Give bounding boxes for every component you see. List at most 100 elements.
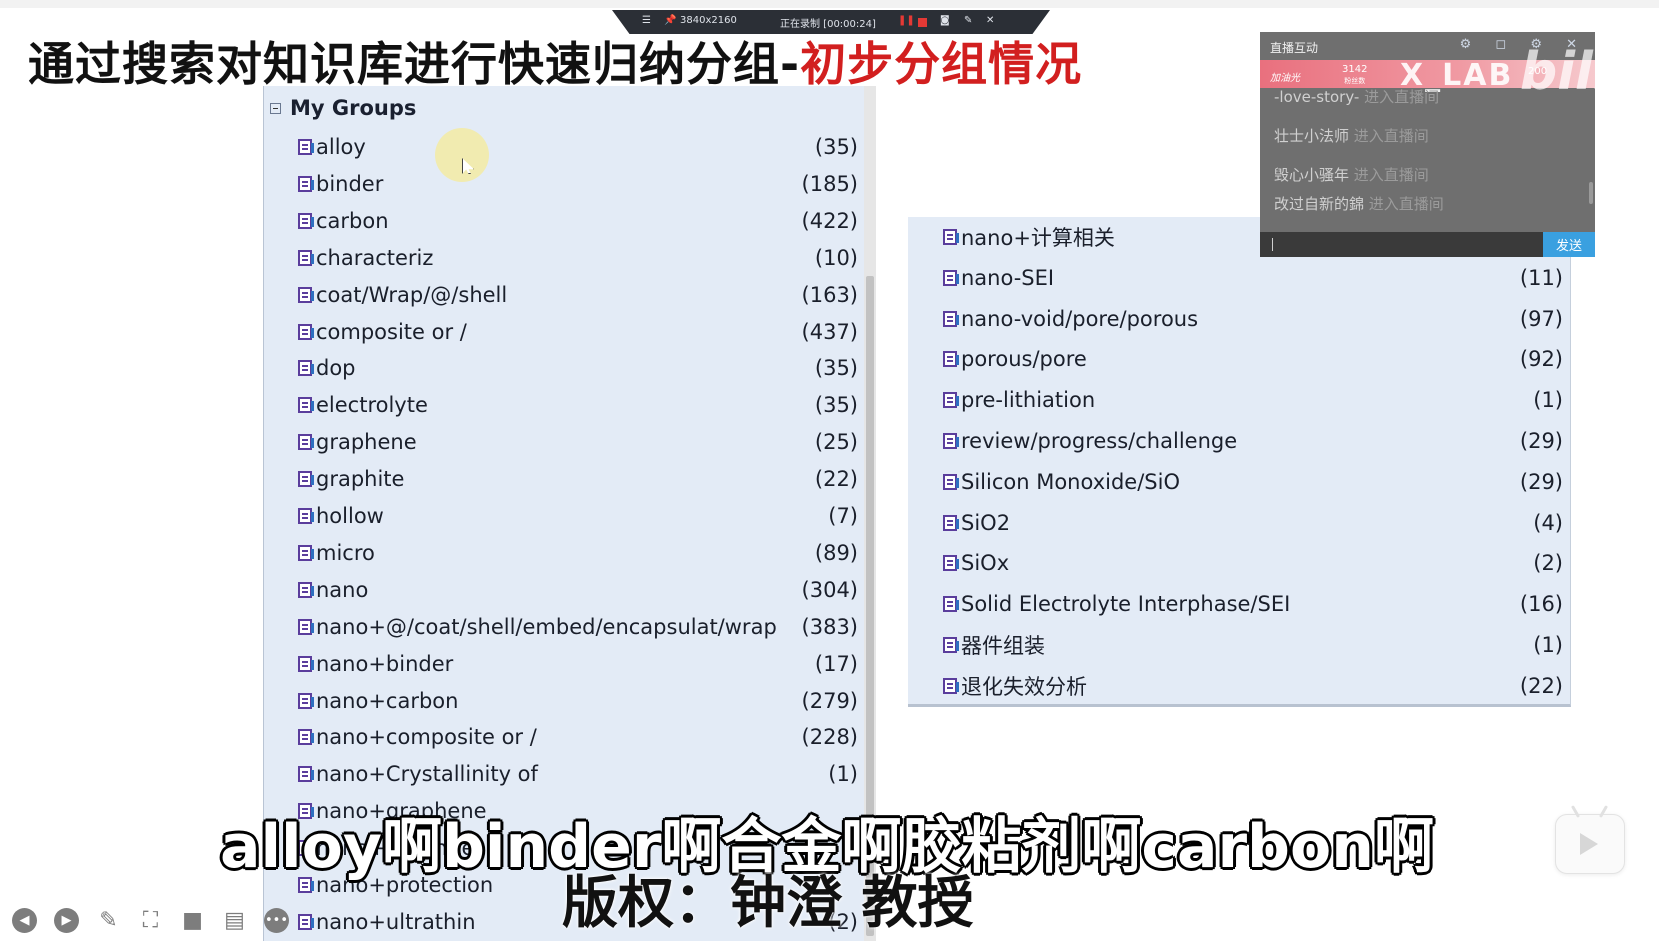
back-icon[interactable]: ◀ xyxy=(12,908,37,933)
group-count: (279) xyxy=(801,688,858,713)
group-item[interactable]: graphene (25) xyxy=(298,427,858,457)
screenshot-icon[interactable]: ⛶ xyxy=(138,908,163,933)
group-document-icon xyxy=(298,434,314,451)
stop-icon[interactable] xyxy=(918,18,927,27)
group-count: (1) xyxy=(1533,633,1563,657)
group-item[interactable]: characteriz (10) xyxy=(298,243,858,273)
group-document-icon xyxy=(298,397,314,414)
group-count: (29) xyxy=(1519,469,1563,494)
group-item[interactable]: alloy (35) xyxy=(298,132,858,162)
comment-icon[interactable]: ▤ xyxy=(222,908,247,933)
slide-title: 通过搜索对知识库进行快速归纳分组-初步分组情况 xyxy=(28,28,1082,94)
group-name: nano xyxy=(316,577,369,602)
group-document-icon xyxy=(298,655,314,672)
group-item[interactable]: Silicon Monoxide/SiO (29) xyxy=(943,467,1563,497)
group-document-icon xyxy=(298,766,314,783)
group-item[interactable]: nano-SEI (11) xyxy=(943,263,1563,293)
group-count: (25) xyxy=(814,430,858,455)
group-count: (4) xyxy=(1533,510,1563,535)
group-name: Solid Electrolyte Interphase/SEI xyxy=(961,592,1291,617)
group-count: (437) xyxy=(801,319,858,344)
group-document-icon xyxy=(943,433,959,449)
group-name: review/progress/challenge xyxy=(961,429,1238,453)
chat-scrollbar[interactable] xyxy=(1589,182,1593,204)
group-count: (29) xyxy=(1519,429,1563,453)
group-item[interactable]: nano+Crystallinity of (1) xyxy=(298,759,858,789)
group-item[interactable]: coat/Wrap/@/shell (163) xyxy=(298,280,858,310)
group-count: (97) xyxy=(1519,306,1563,331)
group-name: electrolyte xyxy=(316,393,428,418)
group-item[interactable]: dop (35) xyxy=(298,353,858,383)
group-document-icon xyxy=(298,360,314,377)
group-item[interactable]: pre-lithiation (1) xyxy=(943,385,1563,415)
group-item[interactable]: hollow (7) xyxy=(298,501,858,531)
pen-tool-icon[interactable]: ✎ xyxy=(964,15,972,26)
more-icon[interactable]: ••• xyxy=(264,908,289,933)
group-document-icon xyxy=(943,392,959,409)
group-item[interactable]: graphite (22) xyxy=(298,464,858,494)
group-item[interactable]: micro (89) xyxy=(298,538,858,568)
group-item[interactable]: nano+@/coat/shell/embed/encapsulat/wrap (… xyxy=(298,612,858,642)
camera-snapshot-icon[interactable]: ◙ xyxy=(940,15,950,26)
group-item[interactable]: review/progress/challenge (29) xyxy=(943,426,1563,456)
group-name: SiO2 xyxy=(961,510,1011,535)
pin-icon[interactable]: 📌 xyxy=(664,15,676,26)
group-item[interactable]: nano+carbon (279) xyxy=(298,686,858,716)
pause-icon[interactable]: ❚❚ xyxy=(898,15,915,26)
group-count: (22) xyxy=(814,467,858,492)
tv-play-triangle xyxy=(1580,833,1598,855)
group-item[interactable]: 退化失效分析 (22) xyxy=(943,671,1563,701)
group-document-icon xyxy=(298,212,314,229)
group-document-icon xyxy=(943,310,959,327)
group-item[interactable]: binder (185) xyxy=(298,169,858,199)
close-recorder-icon[interactable]: ✕ xyxy=(986,15,994,26)
play-icon[interactable]: ▶ xyxy=(54,908,79,933)
group-document-icon xyxy=(943,637,959,653)
chat-title: 直播互动 xyxy=(1270,41,1319,55)
group-document-icon xyxy=(298,249,314,266)
camera-icon[interactable]: ■ xyxy=(180,908,205,933)
group-name: nano+@/coat/shell/embed/encapsulat/wrap xyxy=(316,614,777,639)
bilibili-tv-play-icon[interactable] xyxy=(1555,805,1625,874)
group-item[interactable]: 器件组装 (1) xyxy=(943,630,1563,660)
group-count: (35) xyxy=(814,393,858,418)
group-document-icon xyxy=(298,913,314,930)
group-count: (304) xyxy=(801,577,858,602)
group-document-icon xyxy=(298,286,314,303)
group-item[interactable]: nano+composite or / (228) xyxy=(298,722,858,752)
group-name: alloy xyxy=(316,135,366,159)
group-item[interactable]: carbon (422) xyxy=(298,206,858,236)
group-name: nano+carbon xyxy=(316,688,459,713)
title-main: 通过搜索对知识库进行快速归纳分组- xyxy=(28,37,801,91)
group-name: composite or / xyxy=(316,319,467,344)
my-groups-label: My Groups xyxy=(290,96,417,120)
group-document-icon xyxy=(943,596,959,613)
group-name: nano+ultrathin xyxy=(316,909,476,934)
group-document-icon xyxy=(298,544,314,561)
group-count: (35) xyxy=(814,356,858,381)
group-count: (163) xyxy=(801,282,858,307)
group-item[interactable]: nano (304) xyxy=(298,575,858,605)
group-document-icon xyxy=(943,229,959,245)
group-name: SiOx xyxy=(961,551,1010,576)
group-item[interactable]: porous/pore (92) xyxy=(943,344,1563,374)
group-item[interactable]: nano+binder (17) xyxy=(298,649,858,679)
group-document-icon xyxy=(298,692,314,709)
chat-input[interactable] xyxy=(1260,232,1543,257)
group-document-icon xyxy=(298,618,314,635)
collapse-minus-icon[interactable] xyxy=(270,102,281,114)
group-name: 退化失效分析 xyxy=(961,674,1087,699)
menu-icon[interactable]: ☰ xyxy=(642,15,651,26)
group-item[interactable]: composite or / (437) xyxy=(298,317,858,347)
group-item[interactable]: Solid Electrolyte Interphase/SEI (16) xyxy=(943,589,1563,619)
group-document-icon xyxy=(298,471,314,488)
group-document-icon xyxy=(298,139,314,155)
group-item[interactable]: SiO2 (4) xyxy=(943,508,1563,538)
group-item[interactable]: electrolyte (35) xyxy=(298,390,858,420)
group-document-icon xyxy=(298,323,314,340)
pen-icon[interactable]: ✎ xyxy=(96,908,121,933)
group-item[interactable]: SiOx (2) xyxy=(943,548,1563,578)
group-item[interactable]: nano-void/pore/porous (97) xyxy=(943,304,1563,334)
chat-send-button[interactable]: 发送 xyxy=(1543,232,1595,257)
my-groups-header[interactable]: My Groups xyxy=(270,96,416,120)
